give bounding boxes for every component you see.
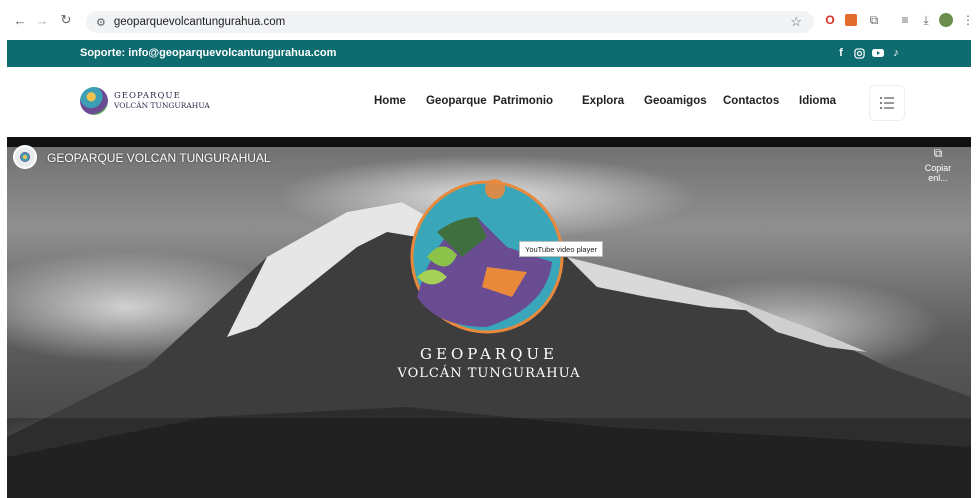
forward-icon[interactable]: → — [32, 10, 52, 30]
channel-avatar[interactable] — [13, 145, 37, 169]
hamburger-icon — [880, 97, 894, 109]
reading-list-icon[interactable]: ≡ — [897, 12, 913, 28]
reload-icon[interactable]: ↻ — [56, 10, 76, 30]
browser-toolbar: ← → ↻ ⚙ geoparquevolcantungurahua.com ☆ … — [0, 0, 978, 40]
nav-patrimonio[interactable]: Patrimonio — [493, 95, 553, 107]
logo-line1: GEOPARQUE — [114, 91, 181, 101]
copy-link-button[interactable]: ⧉ Copiar enl... — [914, 146, 962, 183]
nav-idioma[interactable]: Idioma — [799, 95, 836, 107]
site-logo[interactable]: GEOPARQUE VOLCÁN TUNGURAHUA — [80, 87, 210, 115]
site-info-icon[interactable]: ⚙ — [96, 16, 106, 29]
nav-geoamigos[interactable]: Geoamigos — [644, 95, 707, 107]
back-icon[interactable]: ← — [10, 10, 30, 30]
instagram-icon[interactable] — [852, 46, 866, 60]
nav-explora[interactable]: Explora — [582, 95, 624, 107]
brand-line2: VOLCÁN TUNGURAHUA — [397, 366, 581, 381]
brand-line1: GEOPARQUE — [420, 345, 558, 363]
url-text: geoparquevolcantungurahua.com — [113, 16, 286, 28]
video-bottom-shade — [7, 418, 971, 498]
support-email[interactable]: Soporte: info@geoparquevolcantungurahua.… — [80, 47, 336, 59]
logo-line2: VOLCÁN TUNGURAHUA — [114, 101, 210, 110]
copy-icon: ⧉ — [933, 146, 943, 160]
profile-avatar[interactable] — [938, 12, 954, 28]
support-bar: Soporte: info@geoparquevolcantungurahua.… — [7, 40, 971, 67]
puzzle-extensions-icon[interactable]: ⧉ — [866, 12, 882, 28]
menu-toggle-button[interactable] — [869, 85, 905, 121]
bookmark-star-icon[interactable]: ☆ — [790, 14, 802, 30]
nav-home[interactable]: Home — [374, 95, 406, 107]
download-icon[interactable]: ⤓ — [918, 12, 934, 28]
video-tooltip: YouTube video player — [519, 241, 603, 257]
red-extension-icon[interactable] — [843, 12, 859, 28]
nav-contactos[interactable]: Contactos — [723, 95, 779, 107]
address-bar[interactable]: ⚙ geoparquevolcantungurahua.com ☆ — [86, 11, 814, 33]
video-title[interactable]: GEOPARQUE VOLCAN TUNGURAHUAL — [47, 151, 271, 165]
facebook-icon[interactable]: f — [834, 46, 848, 60]
brand-overlay: GEOPARQUE VOLCÁN TUNGURAHUA — [7, 345, 971, 381]
site-header: GEOPARQUE VOLCÁN TUNGURAHUA Home Geoparq… — [7, 67, 971, 137]
more-menu-icon[interactable]: ⋮ — [960, 12, 976, 28]
nav-geoparque[interactable]: Geoparque — [426, 95, 487, 107]
copy-link-label: Copiar enl... — [924, 163, 952, 183]
youtube-icon[interactable] — [871, 46, 885, 60]
geopark-logo-icon — [80, 87, 108, 115]
video-top-strip — [7, 137, 971, 147]
tiktok-icon[interactable]: ♪ — [889, 46, 903, 60]
opera-extension-icon[interactable]: O — [822, 12, 838, 28]
youtube-video-player[interactable]: GEOPARQUE VOLCAN TUNGURAHUAL ⧉ Copiar en… — [7, 137, 971, 498]
